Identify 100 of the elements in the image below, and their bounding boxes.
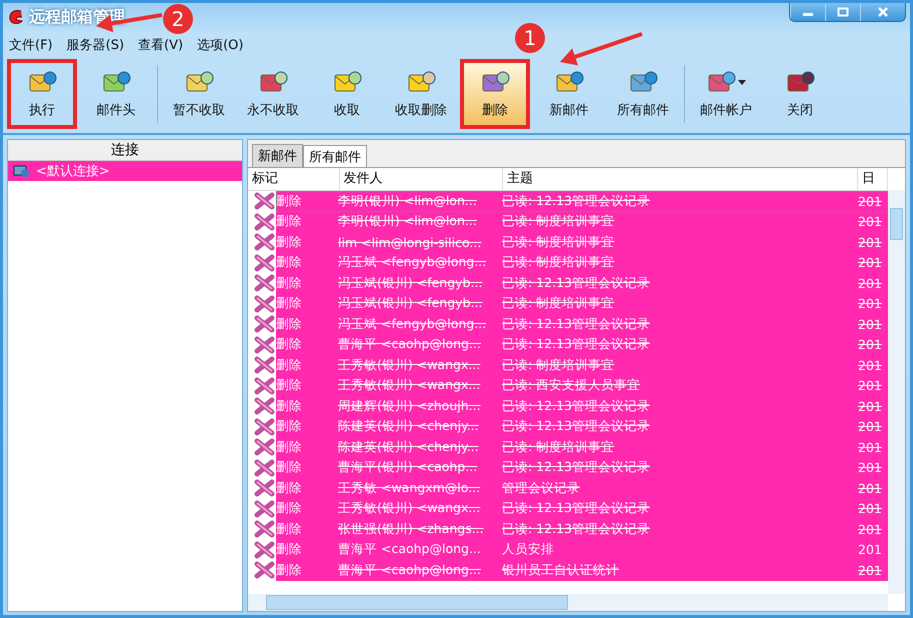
table-cell-text: 删除 (276, 459, 303, 476)
table-cell-text: 已读: 12.13管理会议记录 (502, 459, 651, 476)
table-cell-text: 已读: 制度培训事宜 (502, 438, 616, 456)
menu-item[interactable]: 选项(O) (197, 36, 244, 54)
table-cell-text: 删除 (276, 500, 303, 518)
close-icon (877, 7, 889, 17)
caret-icon (738, 80, 746, 86)
toolbar-button[interactable]: 邮件头 (81, 59, 151, 129)
table-cell-text: 王秀敏 <wangxm@lo... (338, 480, 482, 497)
table-cell-text: 已读: 制度培训事宜 (502, 213, 616, 230)
table-cell-text: 201 (858, 214, 883, 230)
table-cell-text: 已读: 12.13管理会议记录 (502, 336, 651, 354)
table-cell-text: 201 (858, 316, 883, 332)
table-cell-text: 201 (858, 419, 883, 434)
toolbar-button[interactable]: 删除 (460, 59, 530, 129)
table-cell-text: 已读: 制度培训事宜 (502, 295, 616, 312)
x-mark-icon (254, 212, 276, 231)
table-cell-text: 删除 (276, 316, 303, 333)
x-mark-icon (254, 192, 276, 210)
table-cell-text: 删除 (276, 356, 303, 374)
table-cell-text: 已读: 12.13管理会议记录 (502, 500, 651, 518)
toolbar-button[interactable]: 邮件帐户 (691, 59, 761, 129)
vertical-scrollbar[interactable] (888, 190, 905, 594)
table-cell-text: 人员安排 (502, 541, 555, 558)
table-cell-text: 张世强(银川) <zhangs... (338, 520, 485, 538)
tab[interactable]: 新邮件 (252, 144, 303, 167)
step-number-badge: 1 (515, 23, 545, 53)
table-cell-text: 201 (858, 234, 883, 250)
maximize-button[interactable] (825, 3, 860, 21)
table-cell-text: 删除 (276, 541, 303, 558)
table-cell-text: 删除 (276, 398, 303, 415)
table-cell-text: 201 (858, 480, 883, 496)
tab[interactable]: 所有邮件 (303, 145, 367, 168)
table-cell-text: 201 (858, 358, 883, 373)
table-cell-text: 删除 (276, 192, 303, 210)
table-cell-text: 已读: 制度培训事宜 (502, 234, 616, 251)
toolbar-button[interactable]: 收取删除 (386, 59, 456, 129)
table-cell-text: 已读: 12.13管理会议记录 (502, 520, 651, 538)
table-cell-text: 曹海平 <caohp@long... (338, 336, 482, 354)
toolbar-button[interactable]: 暂不收取 (164, 59, 234, 129)
table-cell-text: 管理会议记录 (502, 480, 581, 497)
toolbar-button[interactable]: 所有邮件 (608, 59, 678, 129)
table-cell-text: 陈建英(银川) <chenjy... (338, 438, 480, 456)
table-cell-text: 删除 (276, 438, 303, 456)
column-header[interactable]: 日 (858, 168, 888, 190)
column-header: 连接 (8, 140, 242, 161)
toolbar-button[interactable]: 执行 (7, 59, 77, 129)
table-cell-text: 删除 (276, 213, 303, 230)
minimize-button[interactable] (790, 3, 825, 21)
x-mark-icon (254, 315, 276, 334)
x-mark-icon (254, 233, 276, 252)
toolbar-button[interactable]: 关闭 (765, 59, 835, 129)
table-cell-text: 201 (858, 398, 883, 414)
table-cell-text: 曹海平 <caohp@long... (338, 562, 482, 579)
table-cell-text: 冯玉斌(银川) <fengyb... (338, 274, 484, 292)
table-cell-text: 201 (858, 460, 883, 476)
table-cell-text: 李明(银川) <lim@lon... (338, 192, 478, 210)
x-mark-icon (254, 294, 276, 313)
table-cell-text: 201 (858, 542, 883, 558)
table-cell-text: 周建辉(银川) <zhoujh... (338, 398, 482, 415)
table-cell-text: 曹海平(银川) <caohp... (338, 459, 478, 476)
table-cell-text: 201 (858, 440, 883, 455)
x-mark-icon (254, 356, 276, 374)
column-header[interactable]: 主题 (503, 168, 858, 190)
table-cell-text: 201 (858, 501, 883, 516)
menu-item[interactable]: 文件(F) (9, 36, 53, 54)
menu-item[interactable]: 服务器(S) (66, 36, 124, 54)
column-header[interactable]: 发件人 (340, 168, 504, 190)
toolbar-button[interactable]: 收取 (312, 59, 382, 129)
x-mark-icon (254, 254, 276, 272)
table-cell-text: 201 (858, 337, 883, 352)
toolbar-button[interactable]: 新邮件 (534, 59, 604, 129)
table-cell-text: lim <lim@longi-silico... (338, 234, 482, 250)
table-cell-text: 删除 (276, 418, 303, 436)
x-mark-icon (254, 397, 276, 416)
table-cell-text: 王秀敏(银川) <wangx... (338, 356, 482, 374)
table-cell-text: 冯玉斌 <fengyb@long... (338, 254, 488, 272)
horizontal-scrollbar[interactable] (248, 594, 888, 611)
connection-label: <默认连接> (36, 163, 110, 180)
x-mark-icon (254, 418, 276, 436)
table-cell-text: 已读: 制度培训事宜 (502, 356, 616, 374)
table-cell-text: 已读: 12.13管理会议记录 (502, 418, 651, 436)
menu-item[interactable]: 查看(V) (138, 36, 184, 54)
x-mark-icon (254, 520, 276, 538)
table-cell-text: 201 (858, 255, 883, 270)
maximize-icon (837, 7, 849, 17)
table-cell-text: 删除 (276, 336, 303, 354)
x-mark-icon (254, 540, 276, 559)
table-cell-text: 删除 (276, 234, 303, 251)
computer-icon (12, 164, 30, 178)
table-cell-text: 已读: 12.13管理会议记录 (502, 398, 651, 415)
table-cell-text: 删除 (276, 295, 303, 312)
toolbar-button[interactable]: 永不收取 (238, 59, 308, 129)
column-header[interactable]: 标记 (248, 168, 340, 190)
table-cell-text: 已读: 12.13管理会议记录 (502, 192, 651, 210)
table-cell-text: 银川员工自认证统计 (502, 562, 620, 579)
table-cell-text: 删除 (276, 254, 303, 272)
close-button[interactable] (860, 3, 905, 21)
table-cell-text: 李明(银川) <lim@lon... (338, 213, 478, 230)
table-cell-text: 删除 (276, 377, 303, 394)
